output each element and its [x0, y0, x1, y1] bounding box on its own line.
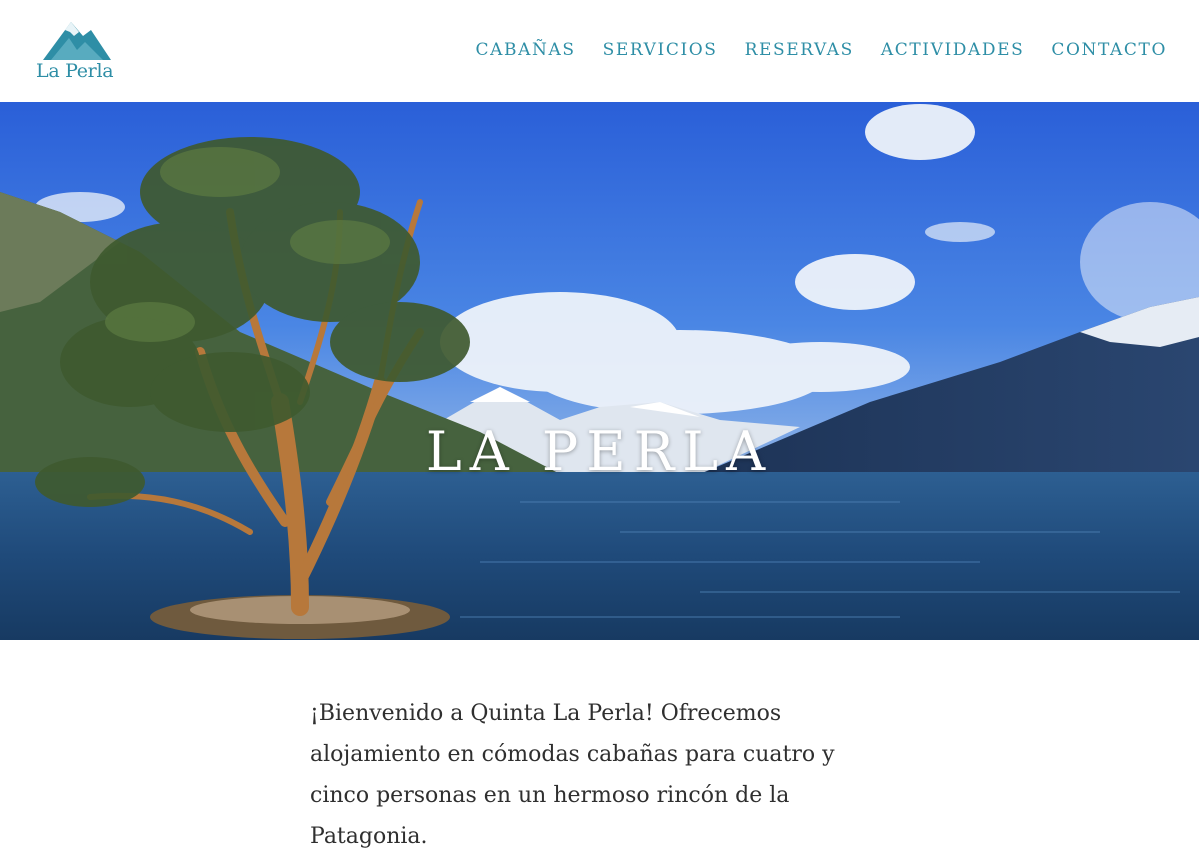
nav-item-actividades[interactable]: ACTIVIDADES	[881, 40, 1025, 60]
nav-item-contacto[interactable]: CONTACTO	[1051, 40, 1167, 60]
logo-link[interactable]: La Perla	[36, 20, 118, 84]
hero-landscape-image	[0, 102, 1199, 640]
hero-banner: LA PERLA	[0, 102, 1199, 640]
nav-item-servicios[interactable]: SERVICIOS	[603, 40, 718, 60]
hero-title: LA PERLA	[425, 420, 774, 483]
site-header: La Perla CABAÑAS SERVICIOS RESERVAS ACTI…	[0, 0, 1199, 102]
logo-text: La Perla	[36, 60, 114, 82]
intro-paragraph: ¡Bienvenido a Quinta La Perla! Ofrecemos…	[310, 701, 835, 849]
mountain-logo-icon	[43, 22, 111, 60]
nav-item-reservas[interactable]: RESERVAS	[745, 40, 854, 60]
nav-item-cabanas[interactable]: CABAÑAS	[476, 40, 576, 60]
main-nav: CABAÑAS SERVICIOS RESERVAS ACTIVIDADES C…	[476, 40, 1167, 60]
